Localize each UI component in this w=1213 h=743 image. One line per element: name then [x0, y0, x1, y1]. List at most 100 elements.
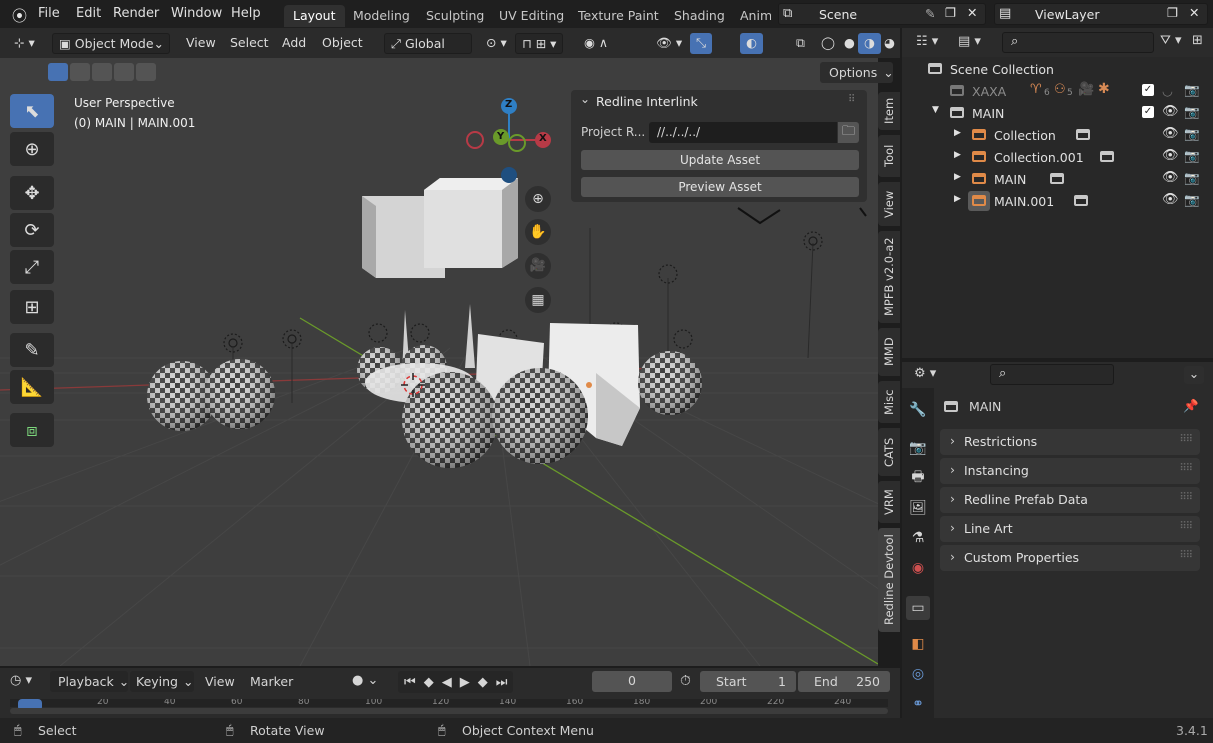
grip-icon[interactable]: ⠿⠿: [1179, 521, 1193, 532]
folder-browse-icon[interactable]: 🗀: [838, 122, 859, 143]
options-dropdown[interactable]: Options ⌄: [820, 62, 894, 83]
stopwatch-icon[interactable]: ⏱: [680, 673, 691, 689]
tab-uv-editing[interactable]: UV Editing: [490, 5, 573, 27]
rendered-shading-icon[interactable]: ◕: [878, 33, 901, 54]
expand-right-icon[interactable]: ▶: [954, 172, 961, 182]
timeline-editor-type-icon[interactable]: ◷ ▾: [10, 673, 32, 688]
outliner-row-collection[interactable]: ▶ Collection 👁 📷: [904, 124, 1210, 146]
filter-icon[interactable]: ⛛ ▾: [1160, 33, 1182, 48]
pin-icon[interactable]: 📌: [1183, 398, 1199, 414]
tab-redline-devtool[interactable]: Redline Devtool: [878, 528, 900, 632]
add-cube-tool[interactable]: ⧈: [10, 413, 54, 447]
outliner-row-main-001[interactable]: ▶ MAIN.001 👁 📷: [904, 190, 1210, 212]
menu-add[interactable]: Add: [276, 33, 312, 54]
pin-icon[interactable]: ✎: [925, 6, 935, 21]
render-camera-icon[interactable]: 📷: [1184, 82, 1200, 98]
new-view-layer-icon[interactable]: ❐: [1167, 5, 1178, 20]
delete-scene-icon[interactable]: ✕: [967, 5, 977, 20]
section-custom-properties[interactable]: › Custom Properties ⠿⠿: [940, 545, 1200, 571]
constraints-icon[interactable]: ⚭: [908, 694, 928, 714]
expand-right-icon[interactable]: ▶: [954, 150, 961, 160]
menu-view[interactable]: View: [180, 33, 222, 54]
mode-selector[interactable]: ▣ Object Mode ⌄: [52, 33, 170, 54]
tab-misc[interactable]: Misc: [878, 381, 900, 423]
object-properties-icon[interactable]: ◧: [908, 634, 928, 654]
tab-vrm[interactable]: VRM: [878, 481, 900, 523]
tab-layout[interactable]: Layout: [284, 5, 345, 27]
scene-selector[interactable]: ⧉ Scene ✎ ❐ ✕: [778, 3, 986, 25]
rotate-tool[interactable]: ⟳: [10, 213, 54, 247]
outliner-row-scene-collection[interactable]: Scene Collection: [904, 58, 1210, 80]
next-keyframe-icon[interactable]: ◆: [478, 675, 488, 690]
output-icon[interactable]: 🖶: [908, 468, 928, 488]
hidden-eye-icon[interactable]: ◡: [1162, 83, 1173, 98]
update-asset-button[interactable]: Update Asset: [581, 150, 859, 170]
blender-logo-icon[interactable]: ⦿: [12, 5, 27, 26]
start-frame-field[interactable]: Start 1: [700, 671, 796, 692]
include-checkbox[interactable]: ✓: [1142, 84, 1154, 96]
outliner-editor-type-icon[interactable]: ☷ ▾: [916, 34, 938, 49]
render-camera-icon[interactable]: 📷: [1184, 126, 1200, 142]
expand-down-icon[interactable]: ▼: [932, 105, 939, 115]
eye-icon[interactable]: 👁: [1162, 170, 1179, 185]
section-restrictions[interactable]: › Restrictions ⠿⠿: [940, 429, 1200, 455]
menu-edit[interactable]: Edit: [76, 6, 101, 21]
measure-tool[interactable]: 📐: [10, 370, 54, 404]
annotate-tool[interactable]: ✎: [10, 333, 54, 367]
pivot-icon[interactable]: ⊙ ▾: [480, 33, 513, 54]
jump-end-icon[interactable]: ⏭: [496, 675, 508, 690]
play-icon[interactable]: ▶: [460, 675, 470, 690]
visibility-icon[interactable]: 👁 ▾: [650, 33, 688, 54]
render-camera-icon[interactable]: 📷: [1184, 192, 1200, 208]
select-box-tool[interactable]: ⬉: [10, 94, 54, 128]
move-tool[interactable]: ✥: [10, 176, 54, 210]
chevron-down-icon[interactable]: ⌄: [1184, 366, 1204, 384]
new-scene-icon[interactable]: ❐: [945, 5, 956, 20]
play-reverse-icon[interactable]: ◀: [442, 675, 452, 690]
tab-shading[interactable]: Shading: [665, 5, 734, 27]
section-instancing[interactable]: › Instancing ⠿⠿: [940, 458, 1200, 484]
section-redline-prefab-data[interactable]: › Redline Prefab Data ⠿⠿: [940, 487, 1200, 513]
outliner-row-xaxa[interactable]: XAXA ♈ 6 ⚇ 5 🎥 ✱ ✓ ◡ 📷: [904, 80, 1210, 102]
timeline-marker-menu[interactable]: Marker: [250, 674, 293, 689]
expand-right-icon[interactable]: ▶: [954, 194, 961, 204]
menu-help[interactable]: Help: [231, 6, 261, 21]
proportional-edit-icon[interactable]: ◉ ∧: [578, 33, 614, 54]
select-extend-icon[interactable]: [70, 63, 90, 81]
view-layer-selector[interactable]: ▤ ViewLayer ❐ ✕: [994, 3, 1208, 25]
render-icon[interactable]: 📷: [908, 438, 928, 458]
keying-menu[interactable]: Keying ⌄: [130, 671, 194, 692]
grip-icon[interactable]: ⠿⠿: [1179, 492, 1193, 503]
outliner-row-collection-001[interactable]: ▶ Collection.001 👁 📷: [904, 146, 1210, 168]
eye-icon[interactable]: 👁: [1162, 148, 1179, 163]
preview-asset-button[interactable]: Preview Asset: [581, 177, 859, 197]
section-line-art[interactable]: › Line Art ⠿⠿: [940, 516, 1200, 542]
render-camera-icon[interactable]: 📷: [1184, 148, 1200, 164]
properties-editor-type-icon[interactable]: ⚙ ▾: [914, 366, 936, 381]
pan-hand-icon[interactable]: ✋: [525, 219, 551, 245]
delete-view-layer-icon[interactable]: ✕: [1189, 5, 1199, 20]
scene-icon[interactable]: ⚗: [908, 528, 928, 548]
xray-icon[interactable]: ⧉: [790, 33, 811, 54]
render-camera-icon[interactable]: 📷: [1184, 170, 1200, 186]
properties-search-input[interactable]: ⌕: [990, 364, 1114, 385]
timeline-ruler[interactable]: 20 40 60 80 100 120 140 160 180 200 220 240: [10, 699, 888, 715]
outliner-search-input[interactable]: ⌕: [1002, 32, 1154, 53]
tab-sculpting[interactable]: Sculpting: [417, 5, 493, 27]
editor-type-icon[interactable]: ⊹ ▾: [8, 33, 41, 54]
orientation-selector[interactable]: ⤢ Global: [384, 33, 472, 54]
world-icon[interactable]: ◉: [908, 558, 928, 578]
prev-keyframe-icon[interactable]: ◆: [424, 675, 434, 690]
outliner-row-main[interactable]: ▼ MAIN ✓ 👁 📷: [904, 102, 1210, 124]
scale-tool[interactable]: ⤢: [10, 250, 54, 284]
eye-icon[interactable]: 👁: [1162, 104, 1179, 119]
outliner-row-main-child[interactable]: ▶ MAIN 👁 📷: [904, 168, 1210, 190]
overlay-toggle-icon[interactable]: ◐: [740, 33, 763, 54]
timeline-scrollbar[interactable]: [10, 708, 888, 714]
physics-icon[interactable]: ◎: [908, 664, 928, 684]
new-collection-icon[interactable]: ⊞: [1192, 33, 1203, 48]
expand-right-icon[interactable]: ▶: [954, 128, 961, 138]
current-frame-field[interactable]: 0: [592, 671, 672, 692]
select-new-icon[interactable]: [48, 63, 68, 81]
include-checkbox[interactable]: ✓: [1142, 106, 1154, 118]
